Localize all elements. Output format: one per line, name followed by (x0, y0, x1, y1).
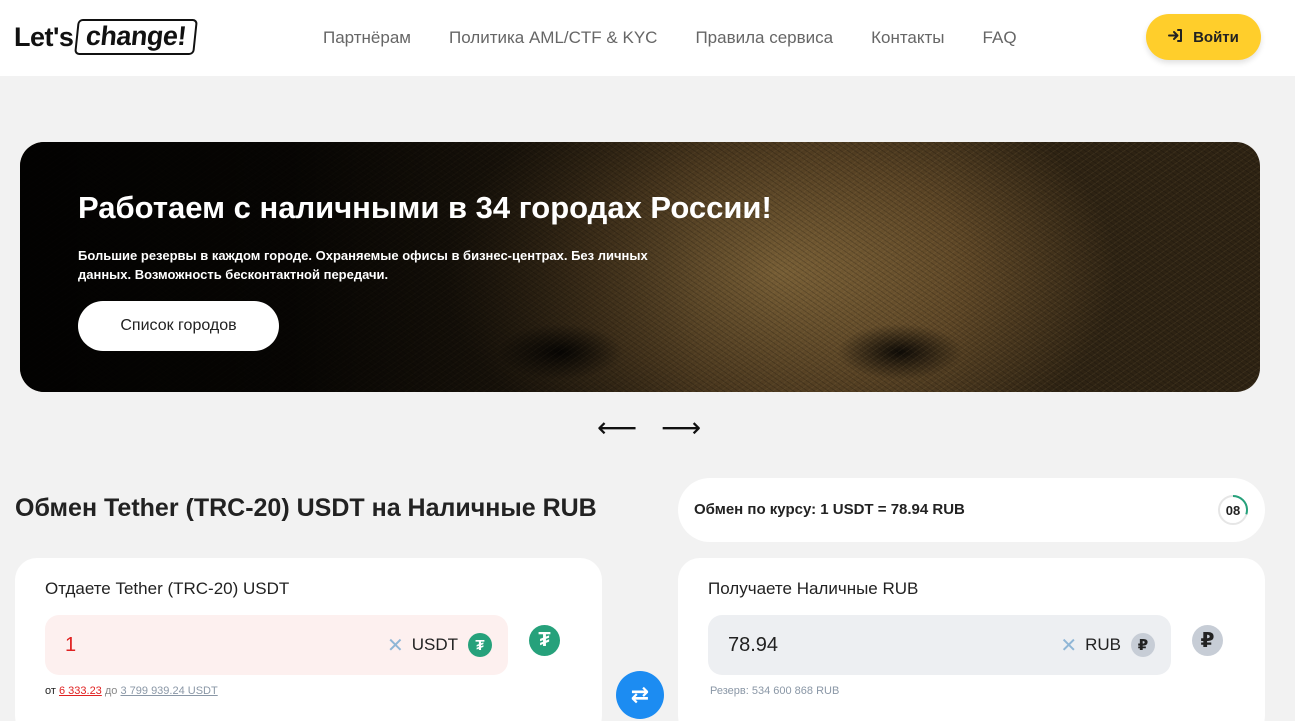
rate-timer: 08 (1217, 494, 1249, 526)
give-card: Отдаете Tether (TRC-20) USDT 1 ✕ USDT ₮ … (15, 558, 602, 721)
login-arrow-icon (1168, 28, 1183, 46)
rate-text: Обмен по курсу: 1 USDT = 78.94 RUB (694, 501, 965, 518)
nav-aml-policy[interactable]: Политика AML/CTF & KYC (449, 28, 657, 48)
give-limits: от 6 333.23 до 3 799 939.24 USDT (45, 685, 218, 697)
main-nav: Партнёрам Политика AML/CTF & KYC Правила… (323, 0, 1055, 76)
clear-icon[interactable]: ✕ (387, 633, 404, 658)
carousel-controls: ⟵ ⟶ (597, 414, 701, 442)
hero-subtitle: Большие резервы в каждом городе. Охраняе… (78, 248, 648, 282)
logo[interactable]: Let's change! (14, 18, 199, 56)
max-prefix: до (104, 685, 118, 697)
give-amount-input[interactable]: 1 ✕ USDT ₮ (45, 615, 508, 675)
swap-icon: ⇄ (630, 682, 650, 707)
carousel-prev-arrow-icon[interactable]: ⟵ (597, 414, 637, 442)
get-title: Получаете Наличные RUB (708, 579, 919, 598)
tether-icon: ₮ (468, 633, 492, 657)
tether-currency-select-icon[interactable]: ₮ (529, 625, 560, 656)
carousel-next-arrow-icon[interactable]: ⟶ (661, 414, 701, 442)
hero-banner: Работаем с наличными в 34 городах России… (20, 142, 1260, 392)
login-button[interactable]: Войти (1146, 14, 1261, 60)
login-label: Войти (1193, 28, 1239, 46)
timer-value: 08 (1225, 502, 1241, 518)
get-card: Получаете Наличные RUB 78.94 ✕ RUB ₽ ₽ Р… (678, 558, 1265, 721)
get-amount-input[interactable]: 78.94 ✕ RUB ₽ (708, 615, 1171, 675)
min-prefix: от (45, 685, 56, 697)
get-amount-value[interactable]: 78.94 (728, 634, 1060, 657)
site-header: Let's change! Партнёрам Политика AML/CTF… (0, 0, 1295, 76)
exchange-title: Обмен Tether (TRC-20) USDT на Наличные R… (15, 494, 597, 522)
swap-direction-button[interactable]: ⇄ (616, 671, 664, 719)
reserve-text: Резерв: 534 600 868 RUB (710, 685, 840, 697)
nav-contacts[interactable]: Контакты (871, 28, 944, 48)
max-amount-link[interactable]: 3 799 939.24 USDT (120, 685, 217, 697)
give-title: Отдаете Tether (TRC-20) USDT (45, 579, 290, 598)
min-amount-link[interactable]: 6 333.23 (59, 685, 102, 697)
get-currency-code: RUB (1085, 635, 1121, 654)
nav-faq[interactable]: FAQ (983, 28, 1017, 48)
city-list-button[interactable]: Список городов (78, 301, 279, 351)
hero-title: Работаем с наличными в 34 городах России… (78, 190, 772, 225)
logo-change: change! (74, 19, 199, 55)
give-currency-code: USDT (411, 635, 458, 654)
ruble-icon: ₽ (1131, 633, 1155, 657)
nav-rules[interactable]: Правила сервиса (695, 28, 833, 48)
ruble-currency-select-icon[interactable]: ₽ (1192, 625, 1223, 656)
rate-box: Обмен по курсу: 1 USDT = 78.94 RUB 08 (678, 478, 1265, 542)
give-amount-value[interactable]: 1 (65, 634, 387, 657)
nav-partners[interactable]: Партнёрам (323, 28, 411, 48)
clear-icon[interactable]: ✕ (1060, 633, 1077, 658)
logo-lets: Let's (14, 21, 74, 52)
